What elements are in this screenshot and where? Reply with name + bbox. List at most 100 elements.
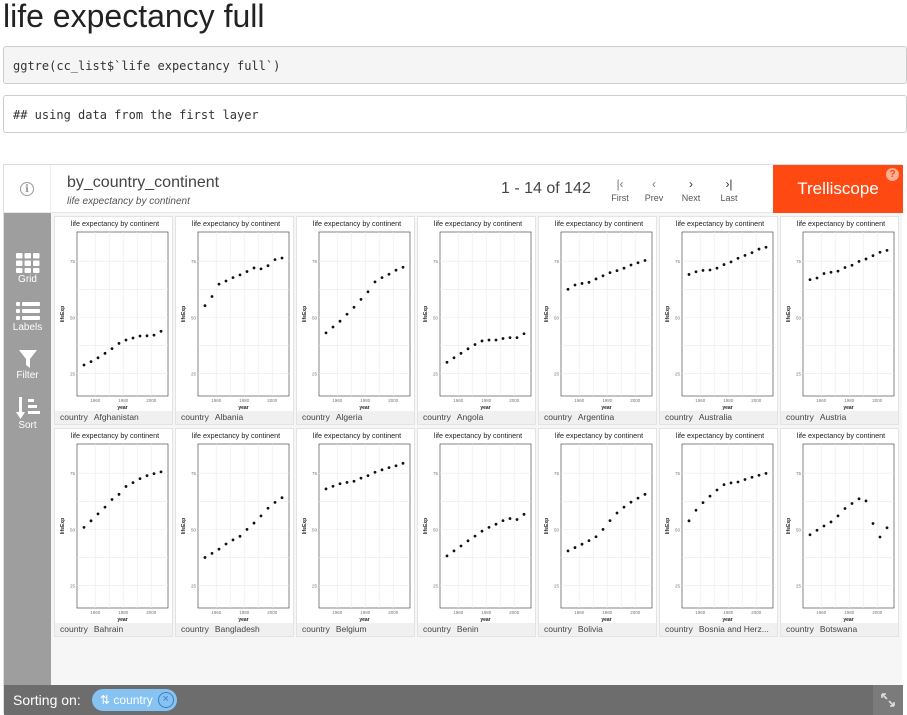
data-point: [466, 539, 470, 543]
sidebar-item-sort[interactable]: Sort: [4, 391, 51, 439]
prev-page-button[interactable]: ‹ Prev: [634, 175, 674, 211]
panel-title: life expectancy by continent: [313, 431, 401, 440]
data-point: [629, 500, 633, 504]
data-point: [203, 304, 207, 308]
panel[interactable]: life expectancy by continent 75 50 25 1960 19…: [175, 216, 294, 425]
data-point: [245, 527, 249, 531]
panel-label-key: country: [60, 412, 88, 422]
sidebar-item-labels[interactable]: Labels: [4, 295, 51, 343]
data-point: [266, 264, 270, 268]
filter-icon: [18, 350, 37, 368]
sort-chip-country[interactable]: ⇅ country ×: [92, 689, 177, 711]
data-point: [159, 470, 163, 474]
data-point: [152, 472, 156, 476]
data-point: [494, 338, 498, 342]
panel[interactable]: life expectancy by continent 75 50 25 1960 19…: [296, 216, 415, 425]
data-point: [708, 268, 712, 272]
data-point: [473, 343, 477, 346]
panel[interactable]: life expectancy by continent 75 50 25 1960 19…: [54, 428, 173, 637]
remove-sort-icon[interactable]: ×: [157, 692, 174, 708]
x-tick-label: 2000: [267, 610, 278, 615]
sidebar-item-grid[interactable]: Grid: [4, 247, 51, 295]
panel-label: country Australia: [660, 411, 777, 424]
panel[interactable]: life expectancy by continent 75 50 25 1960 19…: [780, 216, 899, 425]
x-tick-label: 2000: [146, 610, 157, 615]
x-tick-label: 1960: [332, 610, 343, 615]
data-point: [629, 263, 633, 267]
data-point: [338, 319, 342, 323]
data-point: [843, 507, 847, 510]
panel-title: life expectancy by continent: [676, 431, 764, 440]
y-tick-label: 50: [312, 315, 318, 320]
next-page-button[interactable]: › Next: [671, 175, 711, 211]
data-point: [159, 329, 163, 333]
data-point: [273, 501, 277, 504]
panel-label-value: Bangladesh: [214, 624, 260, 634]
code-output: ## using data from the first layer: [3, 95, 907, 133]
data-point: [857, 497, 861, 501]
x-tick-label: 2000: [146, 398, 157, 403]
data-point: [722, 483, 726, 487]
x-tick-label: 1980: [723, 610, 734, 615]
info-button[interactable]: i: [4, 165, 51, 213]
data-point: [836, 269, 840, 273]
data-point: [857, 260, 861, 263]
panel-label-value: Algeria: [335, 412, 363, 422]
data-point: [345, 481, 349, 484]
panel[interactable]: life expectancy by continent 75 50 25 1960 19…: [175, 428, 294, 637]
y-axis-label: lifeExp: [544, 306, 550, 322]
panel-label-value: Bahrain: [93, 624, 124, 634]
panel[interactable]: life expectancy by continent 75 50 25 1960 19…: [538, 428, 657, 637]
y-tick-label: 50: [554, 315, 560, 320]
data-point: [224, 279, 228, 283]
panel[interactable]: life expectancy by continent 75 50 25 1960 19…: [417, 428, 536, 637]
data-point: [445, 360, 449, 364]
y-tick-label: 25: [70, 372, 76, 377]
panel-label-key: country: [60, 624, 88, 634]
panel[interactable]: life expectancy by continent 75 50 25 1960 19…: [417, 216, 536, 425]
panel[interactable]: life expectancy by continent 75 50 25 1960 19…: [296, 428, 415, 637]
x-tick-label: 1980: [844, 398, 855, 403]
data-point: [480, 339, 484, 343]
panel[interactable]: life expectancy by continent 75 50 25 1960 19…: [54, 216, 173, 425]
help-icon[interactable]: ?: [886, 168, 899, 181]
y-tick-label: 25: [433, 584, 439, 589]
data-point: [466, 347, 470, 351]
data-point: [110, 347, 114, 350]
data-point: [715, 266, 719, 270]
data-point: [217, 547, 221, 551]
data-point: [864, 499, 868, 503]
x-tick-label: 1980: [602, 610, 613, 615]
data-point: [138, 334, 142, 338]
data-point: [736, 256, 740, 260]
data-point: [231, 276, 235, 280]
y-tick-label: 50: [433, 527, 439, 532]
data-point: [736, 480, 740, 484]
data-point: [96, 512, 100, 516]
panel[interactable]: life expectancy by continent 75 50 25 1960 19…: [780, 428, 899, 637]
data-point: [131, 336, 135, 340]
panel-label-value: Angola: [456, 412, 484, 422]
y-tick-label: 75: [191, 471, 197, 476]
data-point: [501, 337, 505, 340]
panel-plot: life expectancy by continent 75 50 25 1960 19…: [423, 431, 532, 623]
panel-label-value: Albania: [214, 412, 244, 422]
plot-area: [681, 443, 774, 609]
last-page-button[interactable]: ›| Last: [709, 175, 749, 211]
data-point: [808, 533, 812, 537]
next-icon: ›: [689, 177, 693, 191]
data-point: [708, 494, 712, 498]
plot-area: [802, 443, 895, 609]
data-point: [885, 249, 889, 252]
data-point: [850, 502, 854, 505]
panel[interactable]: life expectancy by continent 75 50 25 1960 19…: [538, 216, 657, 425]
panel-title: life expectancy by continent: [192, 219, 280, 228]
data-point: [331, 325, 335, 329]
fullscreen-button[interactable]: [873, 685, 903, 715]
panel[interactable]: life expectancy by continent 75 50 25 1960 19…: [659, 428, 778, 637]
panel[interactable]: life expectancy by continent 75 50 25 1960 19…: [659, 216, 778, 425]
display-name: by_country_continent: [67, 174, 220, 191]
sidebar-item-filter[interactable]: Filter: [4, 343, 51, 391]
panel-label: country Bangladesh: [176, 623, 293, 636]
x-tick-label: 1960: [211, 610, 222, 615]
